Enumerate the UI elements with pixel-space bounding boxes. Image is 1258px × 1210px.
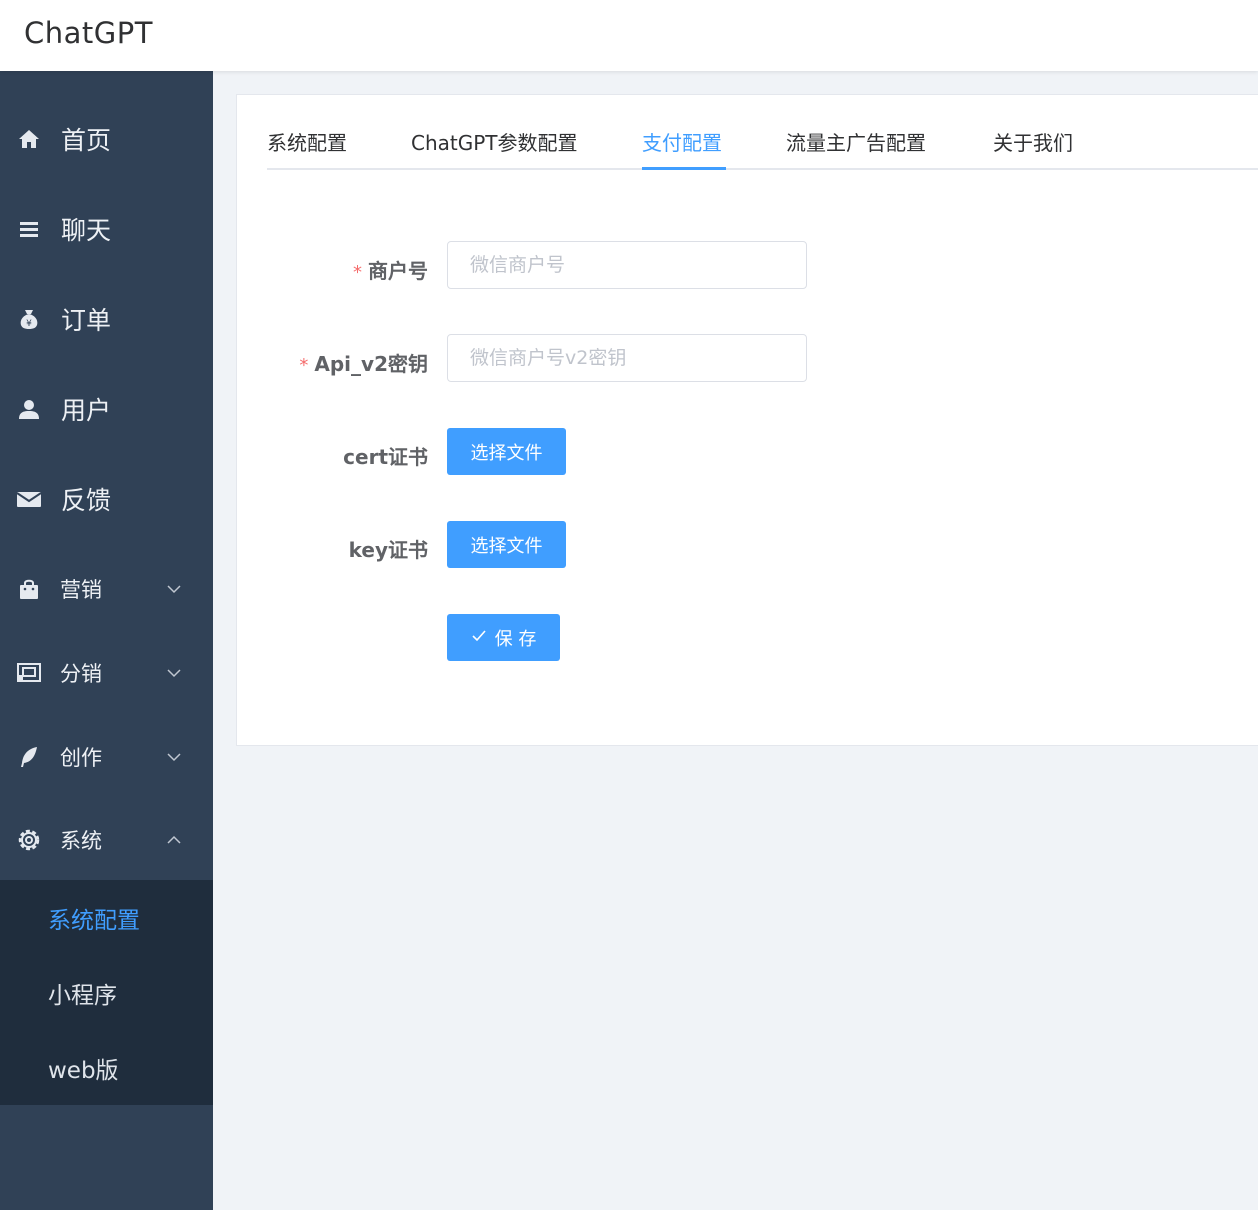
- submenu-item-label: web版: [48, 1057, 119, 1084]
- sidebar-item-orders[interactable]: ¥ 订单: [0, 291, 213, 347]
- sidebar-item-chat[interactable]: 聊天: [0, 201, 213, 257]
- sidebar-item-users[interactable]: 用户: [0, 381, 213, 437]
- tab-ad-config[interactable]: 流量主广告配置: [786, 127, 926, 156]
- merchant-id-input[interactable]: [447, 241, 807, 289]
- key-choose-file-button[interactable]: 选择文件: [447, 521, 566, 568]
- system-submenu: 系统配置 小程序 web版: [0, 880, 213, 1105]
- mail-icon: [16, 486, 42, 512]
- check-icon: [471, 627, 487, 648]
- required-mark: *: [299, 355, 309, 376]
- api-key-label: * Api_v2密钥: [299, 352, 428, 376]
- sidebar-item-label: 创作: [60, 746, 102, 770]
- list-icon: [16, 216, 42, 242]
- sidebar-item-distribution[interactable]: 分销: [0, 645, 213, 701]
- sidebar-item-label: 用户: [61, 396, 112, 425]
- tab-bar: 系统配置 ChatGPT参数配置 支付配置 流量主广告配置 关于我们: [267, 95, 1258, 170]
- feather-icon: [16, 744, 42, 770]
- cert-choose-file-button[interactable]: 选择文件: [447, 428, 566, 475]
- chevron-down-icon: [166, 581, 182, 597]
- chevron-up-icon: [166, 832, 182, 848]
- chevron-down-icon: [166, 665, 182, 681]
- user-icon: [16, 396, 42, 422]
- sidebar-item-feedback[interactable]: 反馈: [0, 471, 213, 527]
- sidebar-item-label: 营销: [60, 578, 102, 602]
- sidebar-item-label: 聊天: [61, 216, 112, 245]
- active-tab-indicator: [642, 167, 726, 170]
- save-button[interactable]: 保 存: [447, 614, 560, 661]
- save-button-label: 保 存: [494, 628, 537, 650]
- submenu-item-mini-program[interactable]: 小程序: [0, 955, 213, 1030]
- sidebar-item-label: 反馈: [61, 486, 112, 515]
- share-icon: [16, 660, 42, 686]
- sidebar-item-label: 分销: [60, 662, 102, 686]
- app-title: ChatGPT: [24, 16, 153, 50]
- money-bag-icon: ¥: [16, 306, 42, 332]
- top-bar: ChatGPT: [0, 0, 1258, 71]
- chevron-down-icon: [166, 749, 182, 765]
- sidebar-item-label: 系统: [60, 829, 102, 853]
- merchant-id-label: * 商户号: [353, 259, 428, 283]
- home-icon: [16, 126, 42, 152]
- sidebar-item-system[interactable]: 系统: [0, 812, 213, 868]
- sidebar-item-home[interactable]: 首页: [0, 111, 213, 167]
- submenu-item-web[interactable]: web版: [0, 1030, 213, 1105]
- sidebar-item-creation[interactable]: 创作: [0, 729, 213, 785]
- sidebar-item-label: 订单: [61, 306, 112, 335]
- tab-payment-config[interactable]: 支付配置: [642, 127, 722, 156]
- submenu-item-label: 系统配置: [48, 907, 140, 934]
- key-label: key证书: [348, 538, 428, 562]
- gear-icon: [16, 827, 42, 853]
- required-mark: *: [353, 262, 362, 283]
- sidebar-item-label: 首页: [61, 126, 112, 155]
- tab-chatgpt-params[interactable]: ChatGPT参数配置: [411, 127, 578, 156]
- submenu-item-system-config[interactable]: 系统配置: [0, 880, 213, 955]
- tab-about-us[interactable]: 关于我们: [993, 127, 1073, 156]
- svg-text:¥: ¥: [26, 319, 32, 329]
- cert-label: cert证书: [343, 445, 428, 469]
- shopping-bag-icon: [16, 576, 42, 602]
- api-key-input[interactable]: [447, 334, 807, 382]
- submenu-item-label: 小程序: [48, 982, 117, 1009]
- sidebar-item-marketing[interactable]: 营销: [0, 561, 213, 617]
- config-panel: 系统配置 ChatGPT参数配置 支付配置 流量主广告配置 关于我们 * 商户号 …: [236, 94, 1258, 746]
- tab-system-config[interactable]: 系统配置: [267, 127, 347, 156]
